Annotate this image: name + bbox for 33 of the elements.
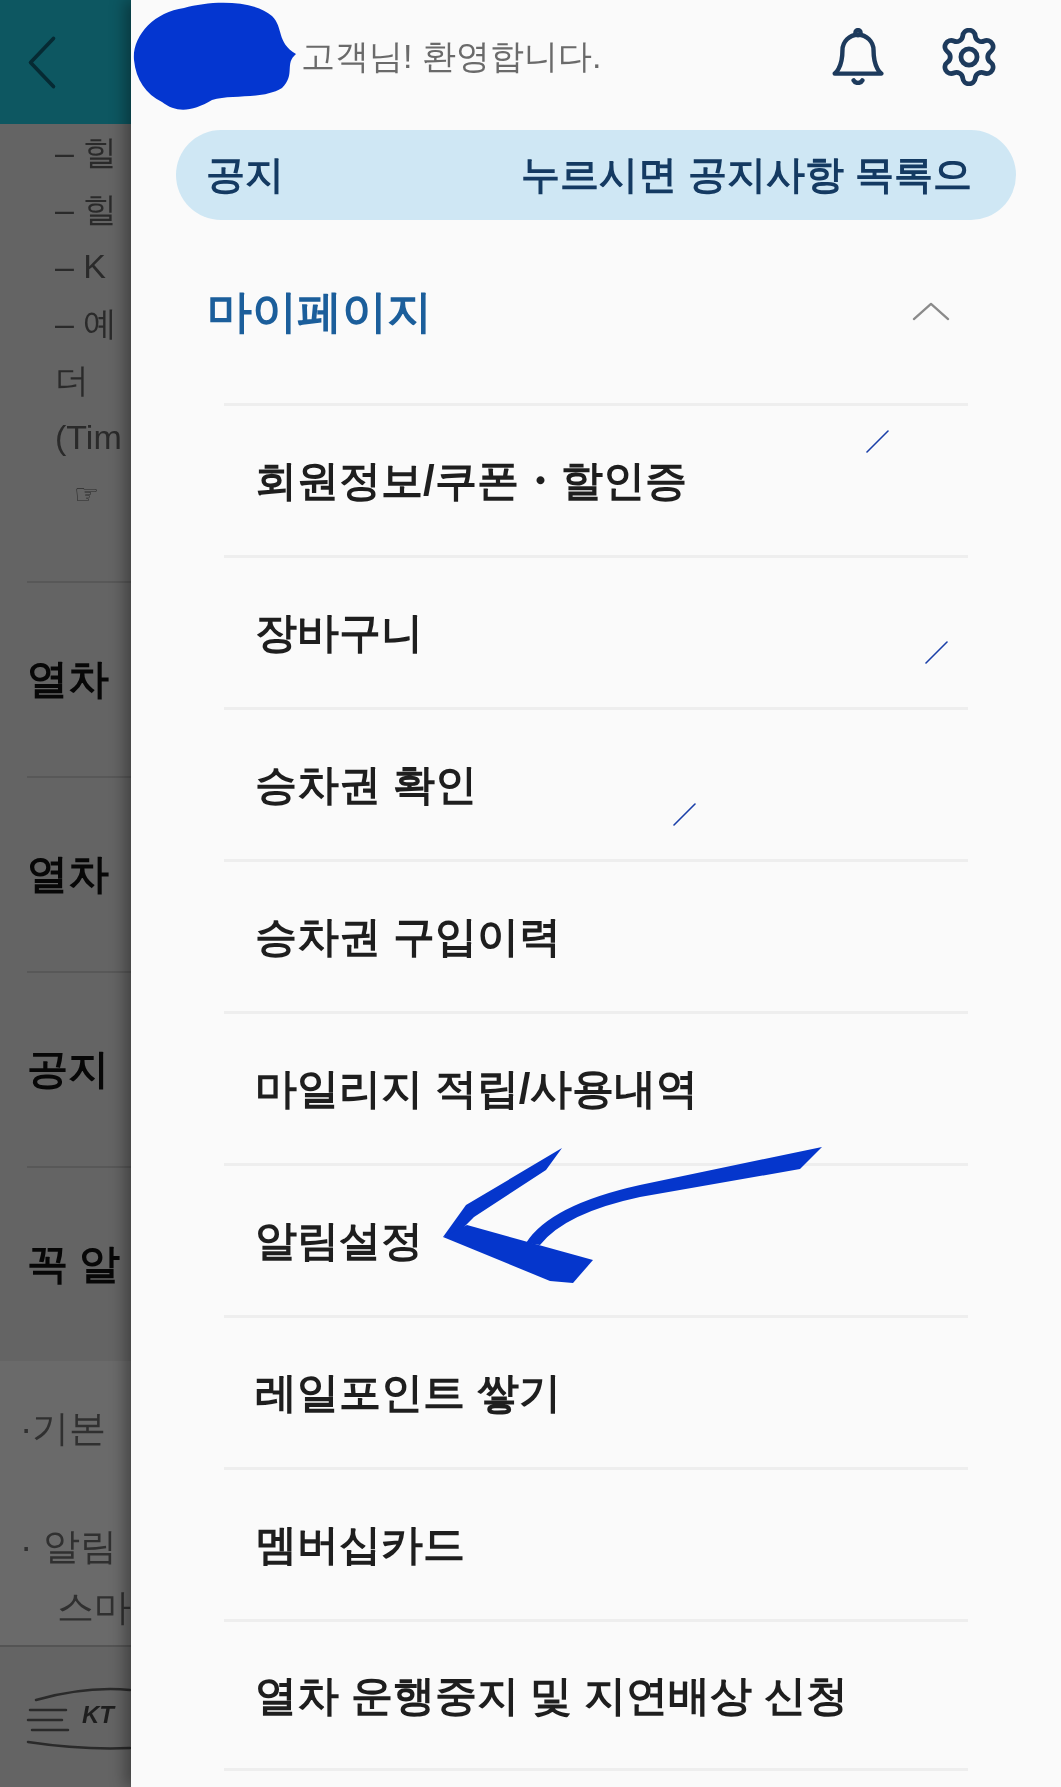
note-line: – K [55, 246, 107, 287]
menu-item[interactable]: 레일포인트 쌓기 [224, 1315, 968, 1467]
bullet-text: ·기본 [20, 1407, 107, 1451]
note-line: 더 [55, 360, 89, 401]
menu-item[interactable]: 열차 운행중지 및 지연배상 신청 [224, 1619, 968, 1771]
greeting-text: 고객님! 환영합니다. [301, 36, 602, 77]
note-line: – 예 [55, 303, 118, 344]
notice-label: 공지 [206, 152, 284, 196]
section-heading: 꼭 알 [27, 1239, 121, 1289]
note-line: – 힐 [55, 132, 118, 173]
chevron-up-icon[interactable] [912, 302, 950, 321]
section-heading: 공지 [27, 1044, 109, 1094]
bullet-text: 스마 [57, 1586, 131, 1630]
menu-item[interactable]: 멤버십카드 [224, 1467, 968, 1619]
menu-item[interactable]: 회원정보/쿠폰・할인증 [224, 403, 968, 555]
section-title[interactable]: 마이페이지 [207, 277, 432, 346]
pen-mark [925, 641, 948, 664]
menu-item[interactable]: 승차권 구입이력 [224, 859, 968, 1011]
logo-text: KT [82, 1703, 114, 1727]
pointer-note: ☞ [74, 477, 100, 513]
note-line: (Tim [55, 417, 122, 458]
note-line: – 힐 [55, 189, 118, 230]
pen-mark [866, 430, 889, 453]
settings-icon[interactable] [940, 27, 998, 86]
section-heading: 열차 [27, 849, 109, 899]
bullet-text: · 알림 [20, 1525, 117, 1569]
notice-message: 누르시면 공지사항 목록으 [521, 151, 972, 198]
menu-item[interactable]: 장바구니 [224, 555, 968, 707]
section-heading: 열차 [27, 654, 109, 704]
menu-item[interactable]: 승차권 확인 [224, 707, 968, 859]
notification-bell-icon[interactable] [832, 28, 884, 85]
pen-mark [673, 803, 696, 826]
notice-banner[interactable]: 공지 누르시면 공지사항 목록으 [176, 130, 1016, 220]
